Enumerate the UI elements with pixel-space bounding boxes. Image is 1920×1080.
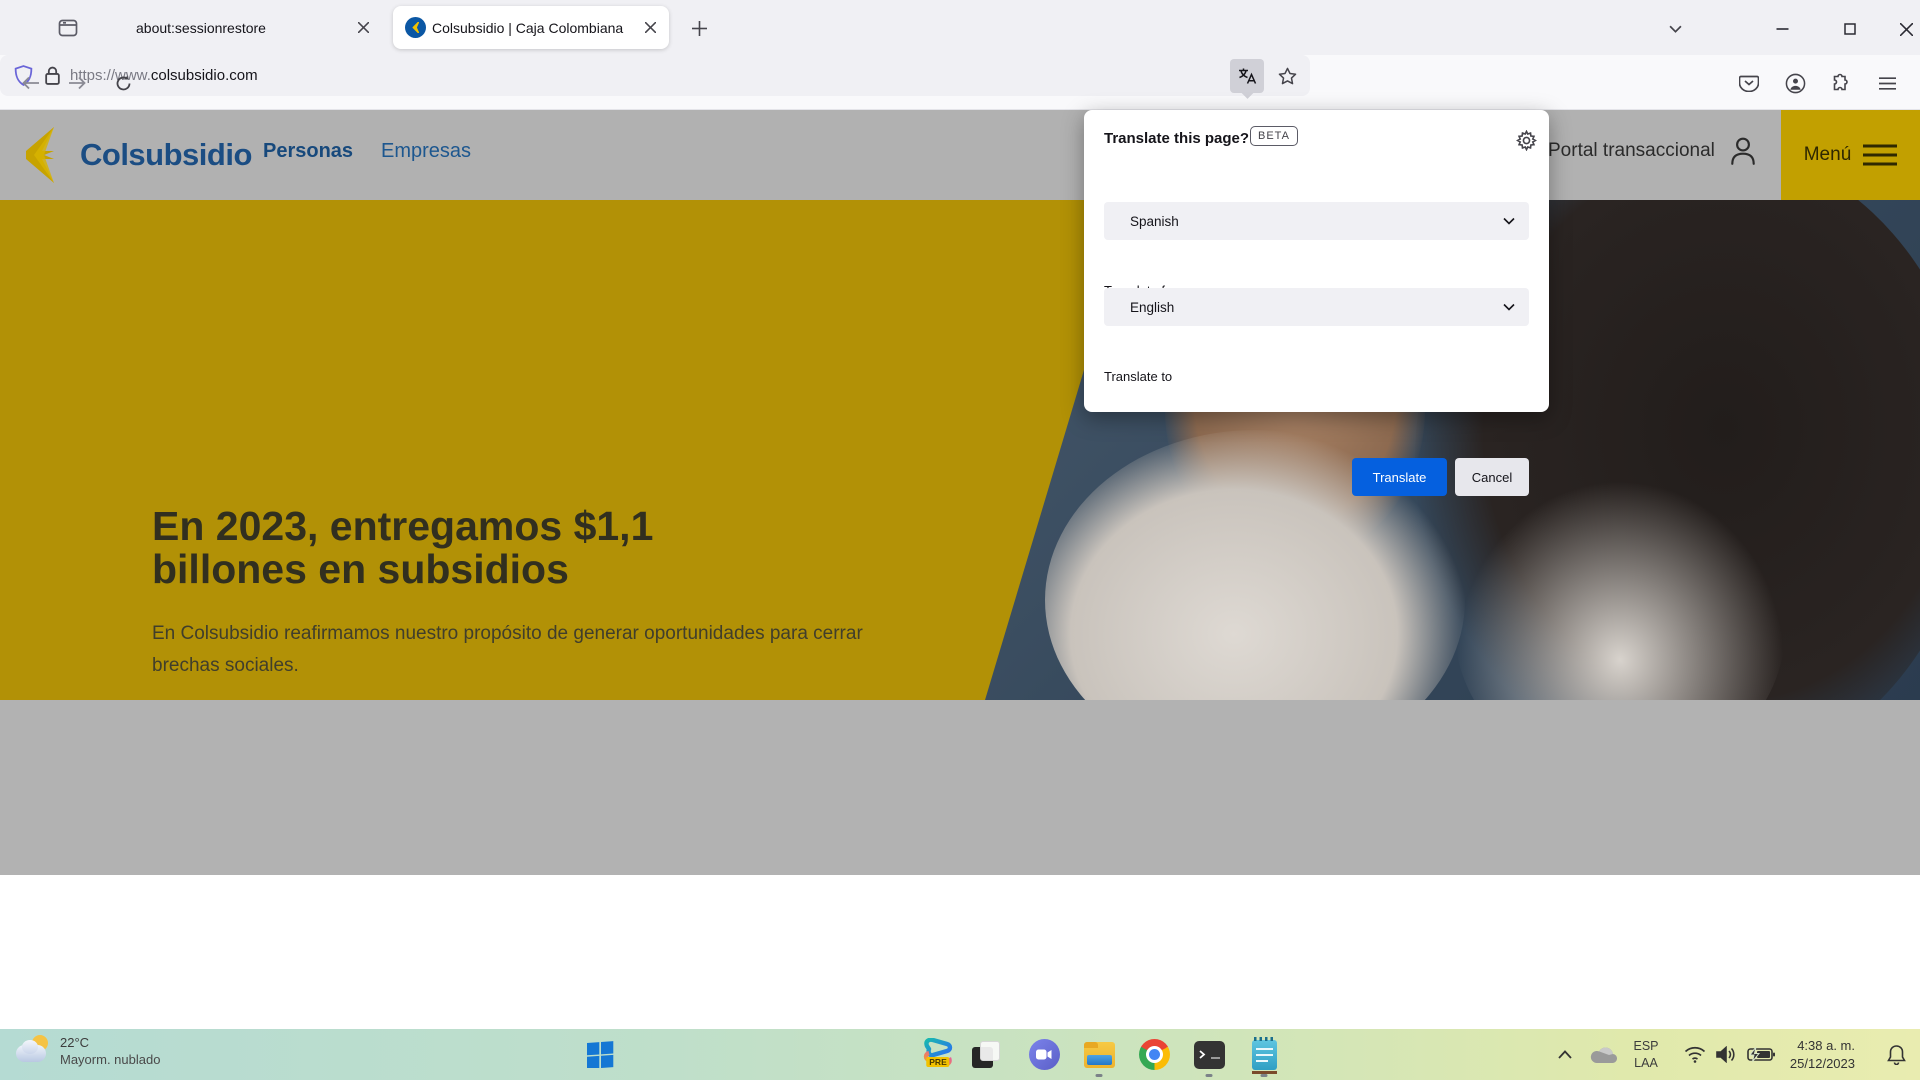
clock-time: 4:38 a. m. bbox=[1797, 1037, 1855, 1055]
close-icon[interactable] bbox=[639, 17, 661, 39]
battery-icon[interactable] bbox=[1742, 1029, 1780, 1080]
url-text[interactable]: https://www.colsubsidio.com bbox=[70, 67, 1230, 84]
translate-popup: Translate this page? BETA Translate from… bbox=[1084, 110, 1549, 412]
language-indicator[interactable]: ESP LAA bbox=[1626, 1029, 1666, 1080]
hamburger-icon bbox=[1863, 144, 1897, 166]
translate-icon[interactable] bbox=[1230, 59, 1264, 93]
menu-label: Menú bbox=[1804, 144, 1852, 166]
chevron-down-icon bbox=[1503, 303, 1515, 311]
translate-from-select[interactable]: Spanish bbox=[1104, 202, 1529, 240]
wifi-icon[interactable] bbox=[1678, 1029, 1712, 1080]
snap-windows-icon[interactable] bbox=[964, 1029, 1008, 1080]
translate-to-label: Translate to bbox=[1104, 369, 1172, 384]
running-indicator bbox=[1261, 1074, 1268, 1078]
clock-date: 25/12/2023 bbox=[1790, 1055, 1855, 1073]
forward-icon[interactable] bbox=[62, 68, 92, 98]
copilot-pre-badge: PRE bbox=[926, 1057, 949, 1067]
colsubsidio-logo[interactable]: Colsubsidio bbox=[20, 127, 252, 183]
maximize-icon[interactable] bbox=[1836, 16, 1864, 42]
cancel-button[interactable]: Cancel bbox=[1455, 458, 1529, 496]
firefox-view-icon[interactable] bbox=[55, 15, 81, 41]
notepad-icon[interactable] bbox=[1242, 1029, 1286, 1080]
weather-temp: 22°C bbox=[60, 1035, 160, 1052]
account-icon[interactable] bbox=[1780, 68, 1810, 98]
site-favicon bbox=[405, 17, 426, 38]
nav-empresas[interactable]: Empresas bbox=[381, 140, 471, 163]
from-value: Spanish bbox=[1130, 214, 1179, 229]
hero-body: En Colsubsidio reafirmamos nuestro propó… bbox=[152, 618, 882, 682]
copilot-icon[interactable]: PRE bbox=[916, 1029, 960, 1080]
hero-banner: En 2023, entregamos $1,1billones en subs… bbox=[0, 200, 1920, 700]
translate-button[interactable]: Translate bbox=[1352, 458, 1447, 496]
tray-chevron-up-icon[interactable] bbox=[1548, 1029, 1582, 1080]
teams-chat-icon[interactable] bbox=[1022, 1029, 1066, 1080]
gear-icon[interactable] bbox=[1512, 126, 1540, 154]
weather-text: 22°C Mayorm. nublado bbox=[60, 1035, 160, 1069]
logo-text: Colsubsidio bbox=[80, 137, 252, 173]
beta-badge: BETA bbox=[1250, 126, 1298, 146]
browser-tab-bar: about:sessionrestore Colsubsidio | Caja … bbox=[0, 0, 1920, 55]
screen: about:sessionrestore Colsubsidio | Caja … bbox=[0, 0, 1920, 1080]
close-icon[interactable] bbox=[352, 17, 374, 39]
portal-label: Portal transaccional bbox=[1548, 140, 1715, 162]
lang-line2: LAA bbox=[1633, 1055, 1658, 1071]
menu-icon[interactable] bbox=[1872, 68, 1902, 98]
extensions-icon[interactable] bbox=[1826, 68, 1856, 98]
back-icon[interactable] bbox=[16, 68, 46, 98]
taskbar: 22°C Mayorm. nublado 1 Buscar PRE bbox=[0, 1029, 1920, 1080]
tab-active[interactable]: Colsubsidio | Caja Colombiana bbox=[393, 6, 669, 49]
to-value: English bbox=[1130, 300, 1174, 315]
portal-transaccional[interactable]: Portal transaccional bbox=[1548, 136, 1757, 166]
user-icon bbox=[1729, 136, 1757, 166]
browser-toolbar: https://www.colsubsidio.com bbox=[0, 55, 1920, 110]
minimize-icon[interactable] bbox=[1768, 16, 1796, 42]
tab-title: about:sessionrestore bbox=[136, 20, 346, 36]
taskbar-clock[interactable]: 4:38 a. m. 25/12/2023 bbox=[1790, 1029, 1855, 1080]
url-bar[interactable]: https://www.colsubsidio.com bbox=[0, 55, 1310, 96]
onedrive-icon[interactable] bbox=[1585, 1029, 1621, 1080]
weather-widget[interactable]: 22°C Mayorm. nublado bbox=[14, 1033, 160, 1071]
popup-title: Translate this page? bbox=[1104, 130, 1249, 147]
running-indicator bbox=[1206, 1074, 1213, 1078]
chevron-down-icon bbox=[1503, 217, 1515, 225]
terminal-icon[interactable] bbox=[1187, 1029, 1231, 1080]
volume-icon[interactable] bbox=[1710, 1029, 1744, 1080]
cookie-banner: De acuerdo con nuestra Política de Priva… bbox=[0, 875, 1920, 1029]
running-indicator bbox=[1096, 1074, 1103, 1078]
nav-personas[interactable]: Personas bbox=[263, 140, 353, 163]
weather-icon bbox=[14, 1033, 52, 1071]
bell-icon[interactable] bbox=[1878, 1029, 1914, 1080]
menu-button[interactable]: Menú bbox=[1781, 110, 1920, 200]
weather-desc: Mayorm. nublado bbox=[60, 1052, 160, 1069]
file-explorer-icon[interactable] bbox=[1077, 1029, 1121, 1080]
close-window-icon[interactable] bbox=[1892, 16, 1920, 42]
start-button[interactable] bbox=[578, 1029, 622, 1080]
new-tab-icon[interactable] bbox=[686, 15, 712, 41]
pocket-icon[interactable] bbox=[1734, 68, 1764, 98]
tab-inactive[interactable]: about:sessionrestore bbox=[108, 6, 384, 49]
star-icon[interactable] bbox=[1270, 59, 1304, 93]
logo-chevron-icon bbox=[20, 127, 72, 183]
hero-headline: En 2023, entregamos $1,1billones en subs… bbox=[152, 505, 653, 591]
translate-to-select[interactable]: English bbox=[1104, 288, 1529, 326]
lang-line1: ESP bbox=[1633, 1038, 1658, 1054]
tab-title: Colsubsidio | Caja Colombiana bbox=[432, 20, 633, 36]
section-tabs: ¿Qué ofrecemos? Resuelve tus necesidades… bbox=[0, 700, 1920, 875]
lock-icon[interactable] bbox=[45, 66, 60, 85]
reload-icon[interactable] bbox=[108, 68, 138, 98]
site-header: Colsubsidio Personas Empresas Portal tra… bbox=[0, 110, 1920, 200]
tab-list-icon[interactable] bbox=[1662, 16, 1688, 42]
chrome-icon[interactable] bbox=[1132, 1029, 1176, 1080]
